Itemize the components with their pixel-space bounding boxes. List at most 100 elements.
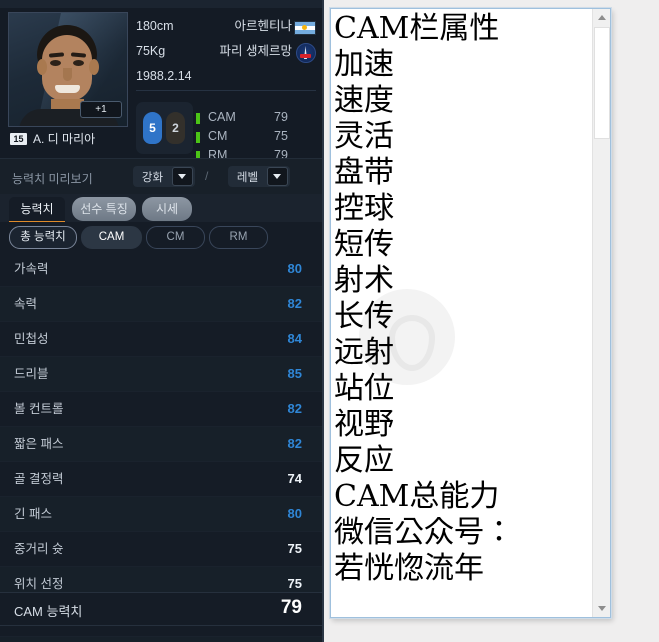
position-rating: 79 xyxy=(274,110,288,124)
panel-top-strip xyxy=(0,0,324,8)
player-weight: 75Kg xyxy=(136,44,166,58)
position-subtabs: 총 능력치 CAM CM RM xyxy=(0,222,324,252)
player-photo[interactable]: +1 xyxy=(8,12,128,127)
notepad-line: 站位 xyxy=(334,371,394,406)
position-row: CM 75 xyxy=(196,127,316,146)
info-row-weight-club: 75Kg 파리 생제르망 xyxy=(136,39,316,64)
subtab-rm[interactable]: RM xyxy=(209,226,268,249)
notepad-line: 微信公众号： xyxy=(334,515,514,550)
subtab-total-ability[interactable]: 총 능력치 xyxy=(9,226,77,249)
notepad-line: 反应 xyxy=(334,443,394,478)
chevron-down-icon[interactable] xyxy=(172,167,193,186)
stat-value: 82 xyxy=(287,401,302,416)
stat-value: 82 xyxy=(287,296,302,311)
stat-label: 중거리 슛 xyxy=(14,542,64,556)
player-name-row: 15 A. 디 마리아 xyxy=(10,130,95,147)
stat-row: 드리블 85 xyxy=(0,357,324,392)
total-rating-label: CAM 능력치 xyxy=(14,604,83,619)
stat-row: 반응 속도 78 xyxy=(0,637,324,642)
jersey-number: 15 xyxy=(10,132,27,145)
notepad-window[interactable]: CAM栏属性 加速 速度 灵活 盘带 控球 短传 射术 长传 远射 站位 视野 … xyxy=(330,8,611,618)
dropdown-separator: / xyxy=(205,169,209,183)
stat-value: 80 xyxy=(287,506,302,521)
info-row-birthdate: 1988.2.14 xyxy=(136,64,316,89)
player-face-ear-right xyxy=(89,59,99,75)
player-stats-panel: +1 15 A. 디 마리아 180cm 아르헨티나 75Kg 파리 생제르망 xyxy=(0,0,324,642)
scroll-up-arrow-icon[interactable] xyxy=(593,9,610,26)
stat-label: 속력 xyxy=(14,297,38,311)
stat-label: 민첩성 xyxy=(14,332,49,346)
notepad-line: 若恍惚流年 xyxy=(334,551,484,586)
notepad-line: 长传 xyxy=(334,299,394,334)
stat-label: 볼 컨트롤 xyxy=(14,402,64,416)
stat-value: 74 xyxy=(287,471,302,486)
panel-right-edge xyxy=(322,0,324,642)
stat-row: 긴 패스 80 xyxy=(0,497,324,532)
notepad-line: CAM总能力 xyxy=(334,479,500,514)
level-dropdown-value: 레벨 xyxy=(236,171,259,184)
stats-preview-label: 능력치 미리보기 xyxy=(12,172,93,186)
subtab-cm[interactable]: CM xyxy=(146,226,205,249)
notepad-line: 速度 xyxy=(334,83,394,118)
notepad-line: 加速 xyxy=(334,47,394,82)
notepad-scrollbar[interactable] xyxy=(592,9,610,617)
club-crest-icon xyxy=(296,43,316,63)
screen-root: +1 15 A. 디 마리아 180cm 아르헨티나 75Kg 파리 생제르망 xyxy=(0,0,659,642)
stat-value: 78 xyxy=(288,637,302,642)
enhance-dropdown[interactable]: 강화 xyxy=(133,166,195,187)
foot-ratings: 5 2 xyxy=(136,102,193,154)
notepad-line: 短传 xyxy=(334,227,394,262)
player-nationality: 아르헨티나 xyxy=(234,19,292,33)
enhance-level-badge: +1 xyxy=(80,101,122,118)
stat-row: 민첩성 84 xyxy=(0,322,324,357)
subtab-cam[interactable]: CAM xyxy=(81,226,142,249)
stat-value: 82 xyxy=(287,436,302,451)
level-dropdown[interactable]: 레벨 xyxy=(228,166,290,187)
notepad-line: 控球 xyxy=(334,191,394,226)
notepad-text-layer: CAM栏属性 加速 速度 灵活 盘带 控球 短传 射术 长传 远射 站位 视野 … xyxy=(334,11,593,587)
stat-row: 중거리 슛 75 xyxy=(0,532,324,567)
tab-player-traits[interactable]: 선수 특징 xyxy=(72,197,136,221)
player-face-mouth xyxy=(55,85,80,93)
total-rating-value: 79 xyxy=(280,597,302,618)
left-foot-rating: 5 xyxy=(143,112,162,144)
stats-preview-bar: 능력치 미리보기 강화 / 레벨 xyxy=(0,158,324,195)
notepad-text-area[interactable]: CAM栏属性 加速 速度 灵活 盘带 控球 短传 射术 长传 远射 站位 视野 … xyxy=(331,9,593,617)
player-height: 180cm xyxy=(136,19,174,33)
player-face-eye-left xyxy=(50,60,61,66)
position-bar-icon xyxy=(196,113,200,124)
main-tabs: 능력치 선수 특징 시세 xyxy=(0,194,324,223)
scroll-down-arrow-icon[interactable] xyxy=(593,600,610,617)
info-row-height-nationality: 180cm 아르헨티나 xyxy=(136,14,316,39)
stat-value: 75 xyxy=(287,541,302,556)
total-rating-row: CAM 능력치 79 xyxy=(0,592,324,626)
position-code: CM xyxy=(208,129,228,143)
stat-value: 80 xyxy=(287,261,302,276)
tab-market-price[interactable]: 시세 xyxy=(142,197,192,221)
notepad-line: CAM栏属性 xyxy=(334,11,500,46)
stat-label: 드리블 xyxy=(14,367,49,381)
player-header: +1 15 A. 디 마리아 180cm 아르헨티나 75Kg 파리 생제르망 xyxy=(0,8,324,162)
argentina-flag-icon xyxy=(294,21,316,35)
stat-row: 볼 컨트롤 82 xyxy=(0,392,324,427)
stat-row: 짧은 패스 82 xyxy=(0,427,324,462)
player-club: 파리 생제르망 xyxy=(219,44,292,58)
stat-label: 긴 패스 xyxy=(14,507,52,521)
stat-list: 가속력 80 속력 82 민첩성 84 드리블 85 볼 컨트롤 82 짧은 패… xyxy=(0,252,324,642)
stat-row: 골 결정력 74 xyxy=(0,462,324,497)
player-face-eye-right xyxy=(73,60,84,66)
notepad-line: 远射 xyxy=(334,335,394,370)
position-code: CAM xyxy=(208,110,236,124)
position-bar-icon xyxy=(196,132,200,143)
position-rating-list: CAM 79 CM 75 RM 79 xyxy=(196,108,316,165)
chevron-down-icon[interactable] xyxy=(267,167,288,186)
notepad-line: 盘带 xyxy=(334,155,394,190)
scrollbar-thumb[interactable] xyxy=(594,27,610,139)
player-face-nose xyxy=(63,68,72,81)
stat-label: 짧은 패스 xyxy=(14,437,64,451)
stat-label: 가속력 xyxy=(14,262,49,276)
player-name: A. 디 마리아 xyxy=(33,132,96,146)
notepad-line: 射术 xyxy=(334,263,394,298)
player-info-block: 180cm 아르헨티나 75Kg 파리 생제르망 1988.2.14 xyxy=(136,14,316,89)
tab-abilities[interactable]: 능력치 xyxy=(9,197,65,223)
